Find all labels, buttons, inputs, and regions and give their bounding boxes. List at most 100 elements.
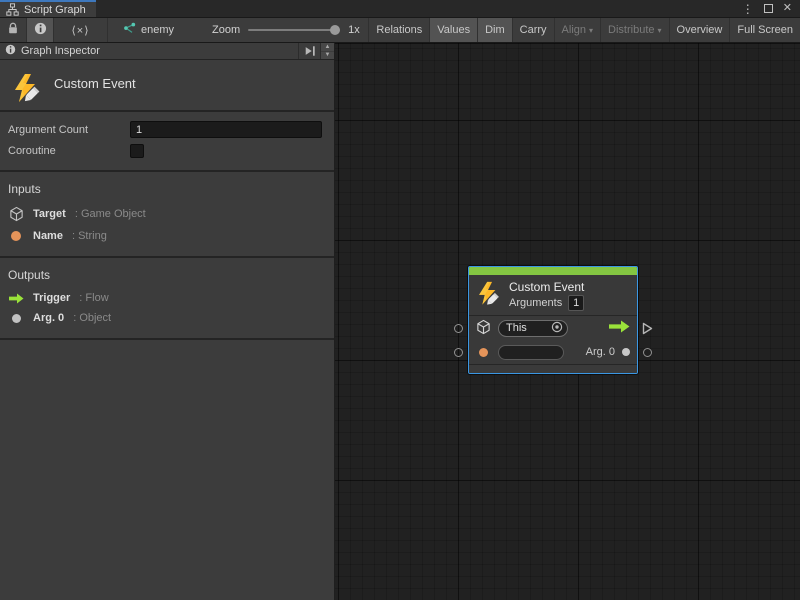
distribute-label: Distribute <box>608 24 654 36</box>
script-graph-asset-icon <box>122 22 136 38</box>
dock-panel-button[interactable] <box>298 43 320 59</box>
info-icon <box>34 22 47 38</box>
inspector-toggle-button[interactable] <box>27 18 54 42</box>
arg0-label: Arg. 0 <box>586 346 615 358</box>
port-row-trigger: Trigger : Flow <box>8 292 326 304</box>
inspector-header-controls: ▲ ▼ <box>298 43 334 59</box>
main-area: Graph Inspector ▲ ▼ <box>0 43 800 600</box>
graph-canvas[interactable]: Custom Event Arguments 1 <box>335 43 800 600</box>
target-value: This <box>506 322 527 334</box>
node-header: Custom Event Arguments 1 <box>469 275 637 315</box>
values-label: Values <box>437 24 470 36</box>
unit-settings: Argument Count Coroutine <box>0 112 334 172</box>
port-type: : Object <box>73 312 111 324</box>
event-color-bar <box>469 267 637 275</box>
coroutine-checkbox[interactable] <box>130 144 144 158</box>
value-input-port[interactable] <box>454 348 463 357</box>
zoom-control: Zoom 1x <box>184 18 368 42</box>
chevron-down-icon: ▾ <box>589 26 593 35</box>
info-icon <box>5 44 16 58</box>
graph-toolbar: ⟨×⟩ enemy Zoom 1x Relations <box>0 18 800 43</box>
flow-input-port[interactable] <box>454 324 463 333</box>
coroutine-row: Coroutine <box>8 144 322 158</box>
port-name: Target <box>33 208 66 220</box>
panel-resize-spinner[interactable]: ▲ ▼ <box>320 43 334 59</box>
argument-count-input[interactable] <box>130 121 322 138</box>
target-object-dropdown[interactable]: This <box>498 320 568 337</box>
relations-button[interactable]: Relations <box>368 18 429 42</box>
inputs-title: Inputs <box>8 182 326 196</box>
full-screen-label: Full Screen <box>737 24 793 36</box>
code-brackets-icon: ⟨×⟩ <box>71 24 89 37</box>
string-input-dot-icon <box>479 348 488 357</box>
argument-count-label: Argument Count <box>8 124 130 136</box>
lock-button[interactable] <box>0 18 27 42</box>
zoom-label: Zoom <box>212 24 240 36</box>
port-row-target: Target : Game Object <box>8 206 326 222</box>
tab-title: Script Graph <box>24 4 86 16</box>
node-row-target: This <box>469 316 637 340</box>
outputs-section: Outputs Trigger : Flow Arg. 0 : Obj <box>0 258 334 340</box>
tab-script-graph[interactable]: Script Graph <box>0 0 96 17</box>
custom-event-node[interactable]: Custom Event Arguments 1 <box>468 266 638 374</box>
custom-event-icon <box>10 72 42 110</box>
script-graph-window: Script Graph ⋮ ✕ <box>0 0 800 600</box>
breadcrumb-graph-name: enemy <box>141 24 174 36</box>
flow-arrow-icon <box>8 293 24 304</box>
carry-button[interactable]: Carry <box>512 18 554 42</box>
port-type: : Flow <box>79 292 108 304</box>
flow-output-port[interactable] <box>642 322 653 338</box>
port-type: : String <box>72 230 107 242</box>
graph-hierarchy-icon <box>6 3 19 16</box>
chevron-down-icon: ▾ <box>658 26 662 35</box>
dock-right-icon <box>304 45 316 57</box>
arguments-count-field[interactable]: 1 <box>568 295 584 311</box>
kebab-menu-icon[interactable]: ⋮ <box>742 3 754 15</box>
game-object-cube-icon <box>8 206 24 222</box>
chevron-down-icon[interactable]: ▼ <box>321 51 334 60</box>
value-output-port[interactable] <box>643 348 652 357</box>
custom-event-icon <box>475 280 501 310</box>
event-name-input[interactable] <box>498 345 564 360</box>
arguments-label: Arguments <box>509 295 562 311</box>
port-row-name: Name : String <box>8 230 326 242</box>
lock-icon <box>7 22 19 38</box>
maximize-icon[interactable] <box>764 4 773 13</box>
graph-breadcrumb[interactable]: enemy <box>108 18 184 42</box>
graph-inspector-header: Graph Inspector ▲ ▼ <box>0 43 334 60</box>
toolbar-buttons: Relations Values Dim Carry Align ▾ Distr… <box>368 18 800 42</box>
port-name: Arg. 0 <box>33 312 64 324</box>
argument-count-row: Argument Count <box>8 121 322 138</box>
node-arguments: Arguments 1 <box>509 295 584 311</box>
flow-output-arrow-icon <box>609 320 630 336</box>
arg0-output-dot-icon <box>622 348 630 356</box>
overview-label: Overview <box>677 24 723 36</box>
custom-event-node-wrap: Custom Event Arguments 1 <box>454 266 669 384</box>
distribute-dropdown: Distribute ▾ <box>600 18 668 42</box>
chevron-up-icon[interactable]: ▲ <box>321 43 334 51</box>
port-row-arg0: Arg. 0 : Object <box>8 312 326 324</box>
port-name: Trigger <box>33 292 70 304</box>
relations-label: Relations <box>376 24 422 36</box>
string-port-icon <box>8 231 24 241</box>
zoom-value: 1x <box>348 24 360 36</box>
csharp-preview-button[interactable]: ⟨×⟩ <box>54 18 108 42</box>
game-object-cube-icon <box>476 319 491 338</box>
zoom-slider-handle[interactable] <box>330 25 340 35</box>
dim-button[interactable]: Dim <box>477 18 512 42</box>
node-row-arg0: Arg. 0 <box>469 340 637 364</box>
values-button[interactable]: Values <box>429 18 477 42</box>
unit-title: Custom Event <box>54 72 136 110</box>
port-name: Name <box>33 230 63 242</box>
inspector-empty-area <box>0 340 334 600</box>
graph-inspector-panel: Graph Inspector ▲ ▼ <box>0 43 335 600</box>
full-screen-button[interactable]: Full Screen <box>729 18 800 42</box>
coroutine-label: Coroutine <box>8 145 130 157</box>
close-icon[interactable]: ✕ <box>783 3 792 14</box>
overview-button[interactable]: Overview <box>669 18 730 42</box>
object-port-icon <box>8 314 24 323</box>
node-footer <box>469 365 637 373</box>
node-header-text: Custom Event Arguments 1 <box>509 280 584 310</box>
object-picker-icon[interactable] <box>551 321 563 336</box>
zoom-slider[interactable] <box>248 29 340 31</box>
